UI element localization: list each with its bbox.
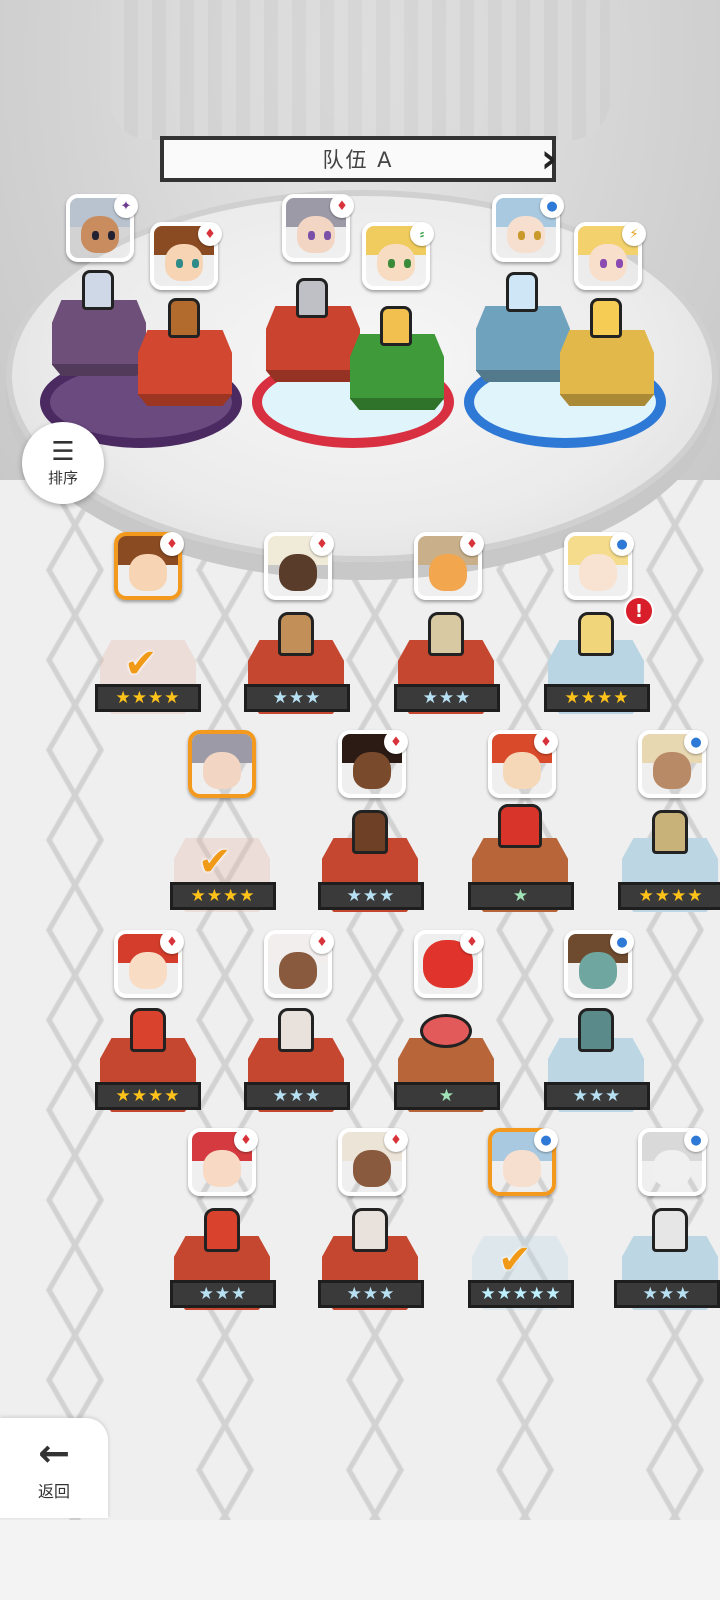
star-rating: ★★★★ [95,1082,201,1110]
star-rating: ★★★ [244,1082,350,1110]
selected-check-icon: ✔ [124,641,158,687]
roster-figure [204,1208,240,1252]
roster-figure [352,810,388,854]
fire-icon: ♦ [460,930,484,954]
star-rating: ★★★ [544,1082,650,1110]
roster-figure [420,1014,472,1048]
team-slot-4-figure [380,306,412,346]
roster-figure [278,1008,314,1052]
sort-label: 排序 [47,468,78,487]
water-icon: ● [534,1128,558,1152]
team-slot-2-figure [168,298,200,338]
water-icon: ● [610,930,634,954]
star-rating: ★★★★ [170,882,276,910]
next-team-button[interactable]: › [534,132,564,186]
bottom-bar [0,1520,720,1600]
team-slot-1-figure [82,270,114,310]
fire-icon: ♦ [384,1128,408,1152]
star-rating: ★★★ [170,1280,276,1308]
team-slot-2-pedestal[interactable] [138,330,232,406]
chevron-right-icon: › [540,136,558,182]
team-slot-6-figure [590,298,622,338]
fire-icon: ♦ [160,930,184,954]
selected-check-icon: ✔ [198,839,232,885]
water-icon: ● [610,532,634,556]
star-rating: ★ [468,882,574,910]
team-slot-5-pedestal[interactable] [476,306,570,382]
roster-figure [352,1208,388,1252]
star-rating: ★★★ [614,1280,720,1308]
back-button[interactable]: ← 返回 [0,1418,108,1518]
star-rating: ★★★★ [618,882,720,910]
fire-icon: ♦ [460,532,484,556]
roster-figure [428,612,464,656]
roster-portrait[interactable] [188,730,256,798]
sort-icon: ☰ [51,436,75,467]
roster-figure [578,1008,614,1052]
team-slot-3-figure [296,278,328,318]
back-label: 返回 [37,1482,70,1501]
roster-figure [130,1008,166,1052]
star-rating: ★★★★ [544,684,650,712]
arena-arch [110,0,610,140]
fire-icon: ♦ [534,730,558,754]
fire-icon: ♦ [384,730,408,754]
team-title: 队伍 A [160,136,556,182]
roster-figure [578,612,614,656]
roster-figure [652,1208,688,1252]
fire-icon: ♦ [330,194,354,218]
star-rating: ★★★ [394,684,500,712]
selected-check-icon: ✔ [498,1237,532,1283]
sort-button[interactable]: ☰ 排序 [22,422,104,504]
fire-icon: ♦ [160,532,184,556]
fire-icon: ♦ [310,532,334,556]
star-rating: ★★★ [318,882,424,910]
water-icon: ● [684,730,708,754]
star-rating: ★★★★★ [468,1280,574,1308]
water-icon: ● [684,1128,708,1152]
dark-star-icon: ✦ [114,194,138,218]
fire-icon: ♦ [234,1128,258,1152]
fire-icon: ♦ [310,930,334,954]
star-rating: ★★★ [244,684,350,712]
star-rating: ★★★ [318,1280,424,1308]
alert-badge: ! [624,596,654,626]
roster-figure [498,804,542,848]
team-slot-5-figure [506,272,538,312]
fire-icon: ♦ [198,222,222,246]
roster-figure [652,810,688,854]
team-slot-1-pedestal[interactable] [52,300,146,376]
water-icon: ● [540,194,564,218]
roster-figure [278,612,314,656]
star-rating: ★★★★ [95,684,201,712]
arrow-left-icon: ← [38,1431,70,1475]
leaf-icon: ⸗ [410,222,434,246]
star-rating: ★ [394,1082,500,1110]
team-slot-6-pedestal[interactable] [560,330,654,406]
lightning-icon: ⚡ [622,222,646,246]
